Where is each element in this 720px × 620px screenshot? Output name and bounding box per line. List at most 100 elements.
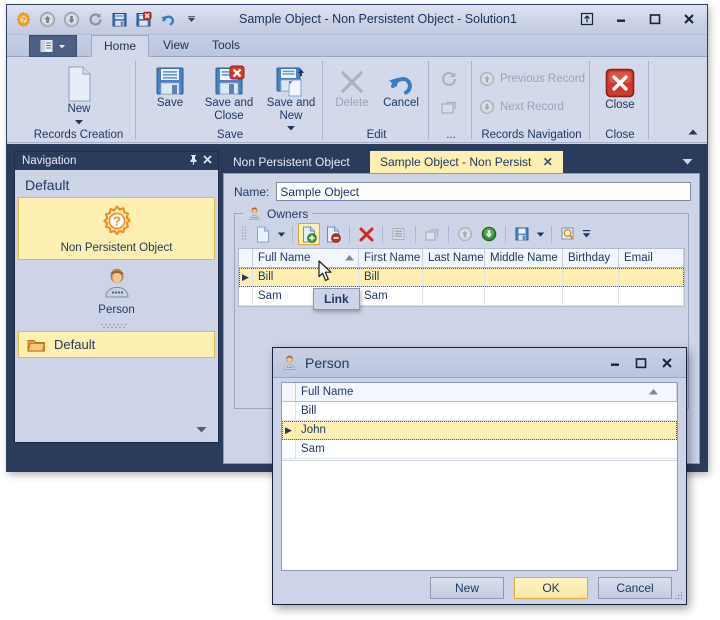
export-button[interactable] [511,223,533,245]
toolbar-separator [448,225,449,243]
cancel-button[interactable]: Cancel [376,67,426,110]
resize-grip[interactable] [673,589,683,603]
cell-first-name: Bill [359,268,423,286]
close-icon[interactable] [679,9,699,29]
delete-button-label: Delete [335,97,369,109]
table-row[interactable]: ▶ Bill Bill [239,268,684,287]
minimize-icon[interactable] [602,352,628,374]
table-row[interactable]: Sam [282,440,677,459]
sidebar-group-default[interactable]: Default [18,331,215,358]
maximize-icon[interactable] [628,352,654,374]
navigation-overflow-icon[interactable] [195,423,208,437]
ribbon-group-edit: Delete Cancel Edit [324,57,429,143]
cell-birthday [563,287,619,305]
row-indicator [239,287,253,305]
dialog-title: Person [305,354,350,371]
doctab-label: Sample Object - Non Persist [380,155,532,169]
toolbar-separator [415,225,416,243]
filter-button[interactable] [557,223,579,245]
name-input[interactable]: Sample Object [276,182,691,201]
new-object-button[interactable] [252,223,274,245]
tab-view[interactable]: View [151,35,201,57]
doctab-close-icon[interactable]: ✕ [543,155,553,169]
toolbar-separator [292,225,293,243]
move-up-icon[interactable] [37,9,57,29]
collapse-ribbon-icon[interactable] [687,125,699,139]
new-button[interactable]: New [430,577,504,599]
column-header-birthday[interactable]: Birthday [563,249,619,267]
sidebar-item-label: Person [98,304,135,316]
close-icon[interactable] [200,154,214,168]
doctab-sample-object[interactable]: Sample Object - Non Persist ✕ [370,151,563,173]
link-button[interactable] [298,223,320,245]
previous-record-button: Previous Record [479,71,585,87]
sidebar-group-label: Default [54,337,96,352]
ok-button[interactable]: OK [514,577,588,599]
filter-dropdown-icon[interactable] [581,223,592,245]
navigation-splitter[interactable] [15,321,218,331]
owners-grid-header-row: Full Name First Name Last Name Middle Na… [239,249,684,268]
move-up-button [454,223,476,245]
cancel-button[interactable]: Cancel [598,577,672,599]
save-icon[interactable] [109,9,129,29]
app-menu-icon[interactable] [29,35,77,57]
doctab-non-persistent-object[interactable]: Non Persistent Object [223,151,360,173]
move-down-icon[interactable] [61,9,81,29]
column-header-last-name[interactable]: Last Name [423,249,485,267]
close-icon[interactable] [654,352,680,374]
new-button[interactable]: New [51,65,107,126]
save-and-close-button[interactable]: Save and Close [199,65,259,123]
undo-icon[interactable] [157,9,177,29]
person-grid-header-row: Full Name [282,383,677,402]
next-record-label: Next Record [500,101,564,113]
table-row[interactable]: ▶ John [282,421,677,440]
ribbon-group-records-creation: New Records Creation [21,57,136,143]
table-row[interactable]: Sam Sam [239,287,684,306]
window-controls [577,9,699,29]
tab-home[interactable]: Home [91,35,150,57]
column-header-email[interactable]: Email [619,249,684,267]
screenshot-root: ? Sample Object - Non Persistent Object … [0,0,720,620]
new-button-label: New [67,103,91,115]
move-down-button[interactable] [478,223,500,245]
pin-icon[interactable] [186,154,200,168]
column-header-middle-name[interactable]: Middle Name [485,249,563,267]
ribbon-tab-strip: Home View Tools [7,35,707,57]
person-icon [104,268,129,298]
column-header-full-name[interactable]: Full Name [253,249,359,267]
sidebar-item-person[interactable]: Person [18,260,215,321]
owners-legend: Owners [243,206,313,221]
save-close-icon[interactable] [133,9,153,29]
settings-gear-icon[interactable]: ? [13,9,33,29]
new-object-dropdown-icon[interactable] [276,223,287,245]
unlink-button[interactable] [322,223,344,245]
delete-button: Delete [328,67,376,110]
table-row[interactable]: Bill [282,402,677,421]
refresh-icon[interactable] [85,9,105,29]
close-button[interactable]: Close [595,67,645,112]
name-row: Name: Sample Object [224,174,699,201]
arrow-down-circle-icon [479,99,495,115]
toolbar-drag-handle[interactable] [241,225,248,243]
restore-ribbon-icon[interactable] [577,9,597,29]
column-header-full-name[interactable]: Full Name [296,383,677,401]
cell-full-name: John [301,424,326,436]
dialog-grid-container: Full Name Bill ▶ John Sam [281,382,678,571]
save-button[interactable]: Save [143,65,197,110]
export-dropdown-icon[interactable] [535,223,546,245]
tab-tools[interactable]: Tools [200,35,252,57]
column-header-first-name[interactable]: First Name [359,249,423,267]
svg-text:?: ? [21,17,25,24]
row-indicator: ▶ [282,421,296,439]
ribbon-group-caption: Save [216,129,244,141]
navigation-header: Default [25,177,70,193]
arrow-down-circle-icon [481,226,497,242]
maximize-icon[interactable] [645,9,665,29]
row-indicator [282,402,296,420]
save-and-new-button[interactable]: Save and New [261,65,321,132]
minimize-icon[interactable] [611,9,631,29]
doctab-menu-icon[interactable] [681,155,694,169]
delete-button[interactable] [355,223,377,245]
qat-dropdown-icon[interactable] [181,9,201,29]
sidebar-item-non-persistent-object[interactable]: ? Non Persistent Object [18,197,215,260]
